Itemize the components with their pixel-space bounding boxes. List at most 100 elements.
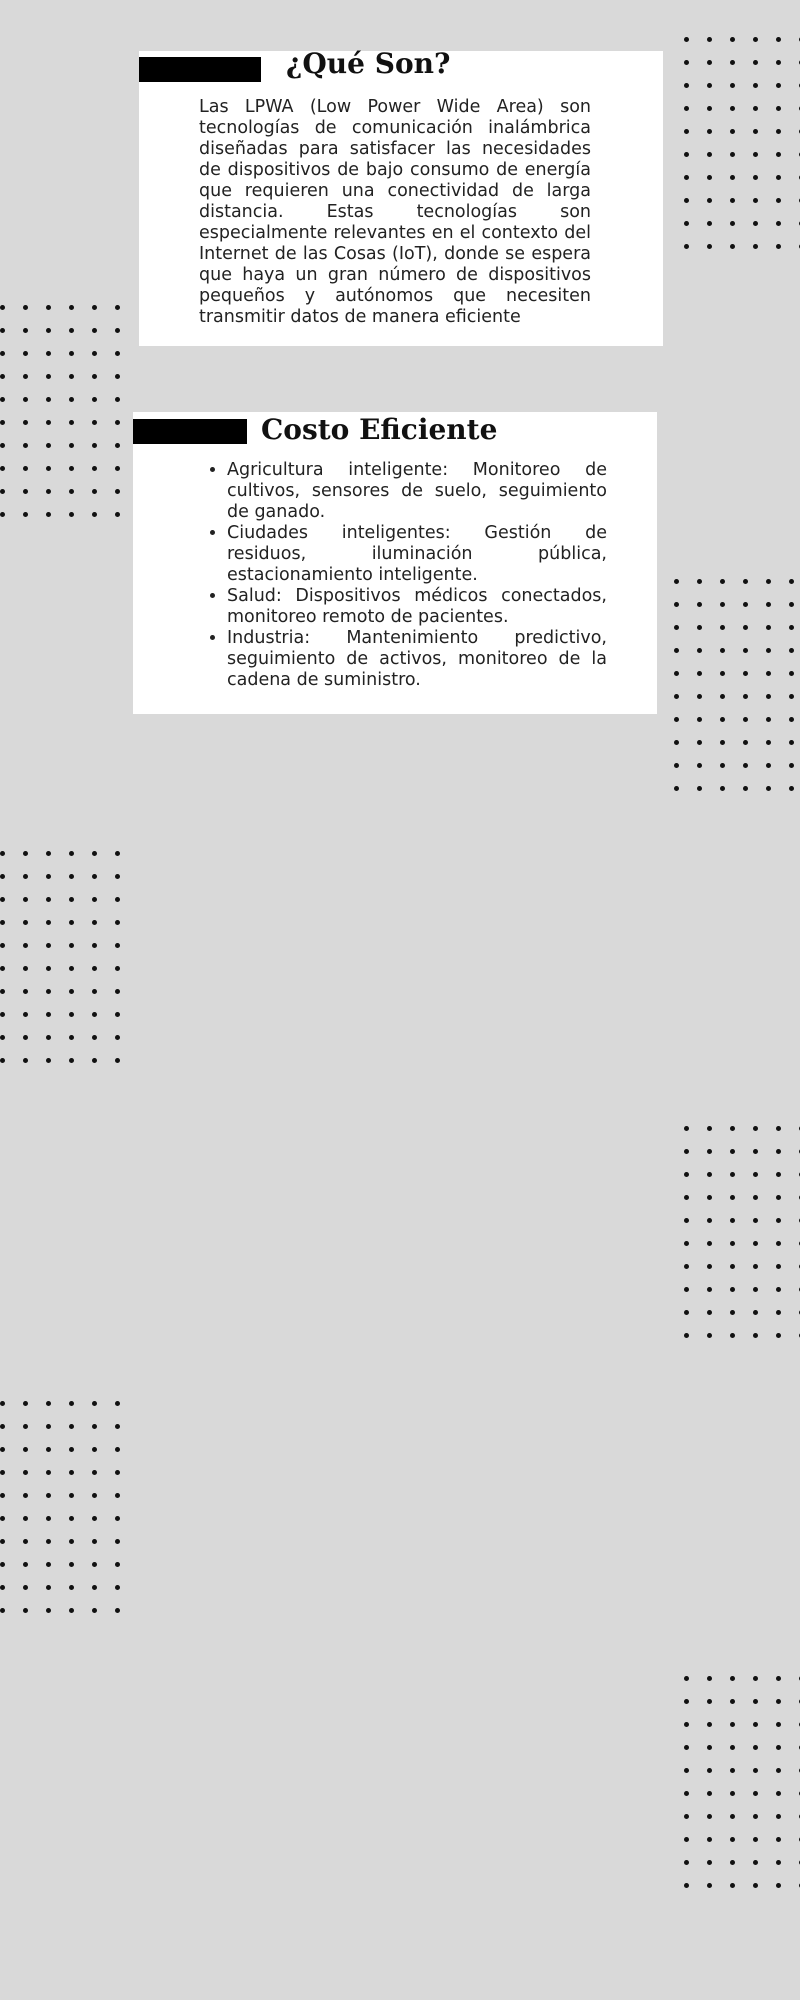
dot	[115, 851, 120, 856]
dot	[46, 1608, 51, 1613]
dot	[730, 1837, 735, 1842]
dot	[776, 1722, 781, 1727]
dot	[743, 579, 748, 584]
dot	[115, 1585, 120, 1590]
section-body: Agricultura inteligente: Monitoreo de cu…	[201, 460, 607, 691]
dot	[92, 1035, 97, 1040]
dot	[684, 1126, 689, 1131]
dot-pattern-decoration	[684, 1676, 800, 1889]
dot	[69, 1447, 74, 1452]
dot	[707, 1768, 712, 1773]
dot	[707, 1883, 712, 1888]
dot	[23, 874, 28, 879]
dot	[115, 1035, 120, 1040]
title-accent-bar	[133, 419, 247, 444]
dot-pattern-decoration	[0, 1401, 121, 1614]
dot	[46, 874, 51, 879]
dot	[46, 966, 51, 971]
dot	[697, 625, 702, 630]
dot	[684, 1837, 689, 1842]
dot	[753, 1837, 758, 1842]
dot	[789, 671, 794, 676]
dot	[115, 374, 120, 379]
dot	[0, 897, 5, 902]
dot	[23, 420, 28, 425]
title-accent-bar	[139, 57, 261, 82]
dot	[46, 1585, 51, 1590]
dot	[776, 1814, 781, 1819]
dot	[115, 420, 120, 425]
dot	[743, 625, 748, 630]
dot	[69, 351, 74, 356]
dot	[115, 943, 120, 948]
dot	[684, 1676, 689, 1681]
dot	[776, 198, 781, 203]
dot	[69, 1539, 74, 1544]
dot	[720, 625, 725, 630]
dot	[753, 1126, 758, 1131]
dot	[730, 1768, 735, 1773]
dot	[776, 1745, 781, 1750]
list-item: Industria: Mantenimiento predictivo, seg…	[227, 628, 607, 691]
dot	[684, 1860, 689, 1865]
dot	[697, 717, 702, 722]
dot	[684, 1814, 689, 1819]
dot	[0, 1516, 5, 1521]
dot	[697, 786, 702, 791]
dot	[0, 874, 5, 879]
dot	[753, 1218, 758, 1223]
dot	[23, 1516, 28, 1521]
dot	[69, 1424, 74, 1429]
dot	[674, 671, 679, 676]
dot	[115, 328, 120, 333]
dot	[730, 1149, 735, 1154]
dot	[0, 1401, 5, 1406]
dot	[92, 989, 97, 994]
dot	[115, 1012, 120, 1017]
dot	[684, 175, 689, 180]
dot	[743, 740, 748, 745]
costo-eficiente-card: Costo Eficiente Agricultura inteligente:…	[133, 412, 657, 714]
dot-pattern-decoration	[0, 305, 121, 518]
dot	[730, 1883, 735, 1888]
dot	[69, 1012, 74, 1017]
section-body: Las LPWA (Low Power Wide Area) son tecno…	[199, 97, 591, 328]
dot	[753, 1241, 758, 1246]
dot	[753, 106, 758, 111]
dot	[753, 1333, 758, 1338]
dot	[46, 351, 51, 356]
dot	[115, 1424, 120, 1429]
dot	[766, 602, 771, 607]
dot	[707, 1149, 712, 1154]
dot	[766, 671, 771, 676]
dot	[684, 1883, 689, 1888]
dot	[707, 1172, 712, 1177]
dot	[0, 305, 5, 310]
dot	[46, 305, 51, 310]
dot	[69, 397, 74, 402]
dot	[753, 1195, 758, 1200]
dot	[0, 443, 5, 448]
dot	[743, 648, 748, 653]
dot	[776, 1126, 781, 1131]
dot	[697, 671, 702, 676]
dot	[0, 1608, 5, 1613]
dot	[753, 83, 758, 88]
dot	[115, 1401, 120, 1406]
dot	[0, 1035, 5, 1040]
dot	[753, 1814, 758, 1819]
dot	[684, 129, 689, 134]
dot	[69, 1585, 74, 1590]
dot	[0, 1585, 5, 1590]
dot	[720, 579, 725, 584]
dot	[115, 1447, 120, 1452]
dot	[23, 1401, 28, 1406]
dot	[789, 694, 794, 699]
dot	[92, 943, 97, 948]
dot	[753, 175, 758, 180]
dot	[46, 989, 51, 994]
dot	[684, 106, 689, 111]
dot	[46, 328, 51, 333]
dot	[46, 1562, 51, 1567]
dot	[789, 602, 794, 607]
